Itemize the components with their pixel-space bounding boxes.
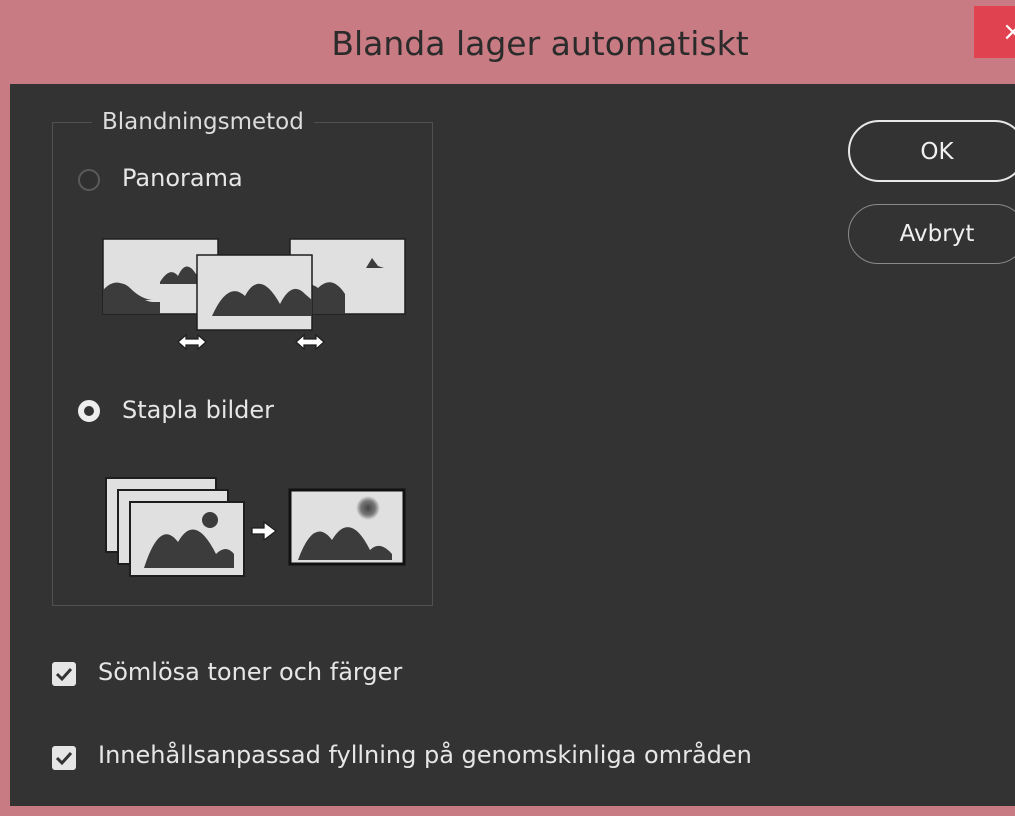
panorama-illustration: [102, 238, 406, 351]
checkmark-icon: [55, 667, 73, 682]
stack-images-illustration: [105, 477, 406, 577]
checkmark-icon: [55, 751, 73, 766]
stack-images-radio[interactable]: [78, 400, 100, 422]
ok-button[interactable]: OK: [848, 120, 1015, 182]
dialog-title: Blanda lager automatiskt: [331, 24, 749, 63]
window-border-bottom: [0, 806, 1015, 816]
seamless-tones-checkbox[interactable]: [52, 662, 76, 686]
seamless-tones-label[interactable]: Sömlösa toner och färger: [98, 658, 402, 686]
close-button[interactable]: ×: [974, 6, 1015, 58]
panorama-radio[interactable]: [78, 169, 100, 191]
cancel-button[interactable]: Avbryt: [848, 204, 1015, 264]
stack-images-label[interactable]: Stapla bilder: [122, 396, 274, 424]
close-icon: ×: [1002, 17, 1015, 47]
blend-method-legend: Blandningsmetod: [92, 104, 314, 140]
panorama-label[interactable]: Panorama: [122, 164, 243, 192]
content-aware-fill-label[interactable]: Innehållsanpassad fyllning på genomskinl…: [98, 741, 752, 769]
content-aware-fill-checkbox[interactable]: [52, 746, 76, 770]
